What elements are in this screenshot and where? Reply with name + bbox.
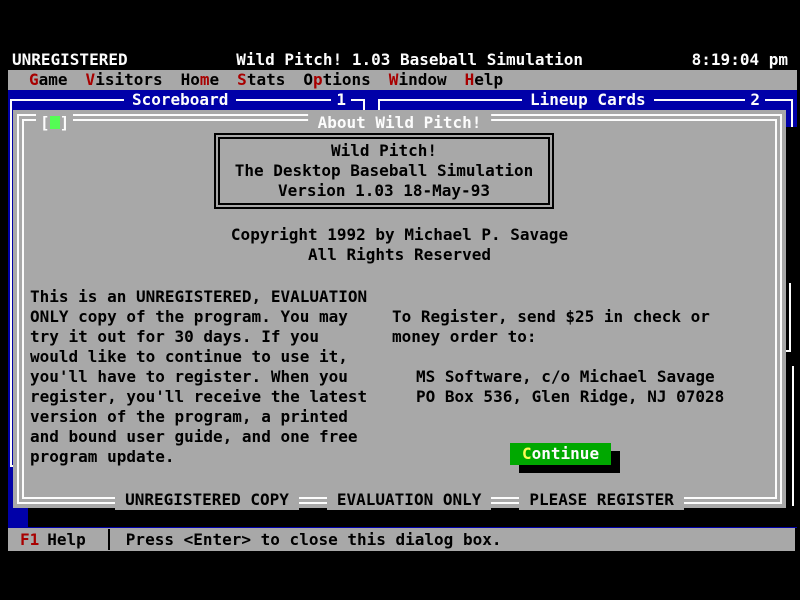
desktop: Scoreboard 1 Lineup Cards 2 [] About Wil… [8,90,797,528]
menu-item-options[interactable]: Options [294,70,379,90]
help-hint-label[interactable]: Help [47,530,86,550]
dialog-close-button[interactable]: [] [36,113,73,133]
status-message: Press <Enter> to close this dialog box. [126,530,502,550]
about-dialog-frame: [] About Wild Pitch! Wild Pitch! The Des… [17,114,782,504]
window-scoreboard-title: Scoreboard [124,90,236,110]
window-frame-sliver [789,283,791,352]
continue-button[interactable]: Continue [510,443,611,465]
f1-key-hint[interactable]: F1 [20,530,39,550]
about-dialog: [] About Wild Pitch! Wild Pitch! The Des… [13,110,786,508]
menu-bar: Game Visitors Home Stats Options Window … [8,70,797,90]
program-version: Version 1.03 18-May-93 [220,181,548,201]
footer-unregistered-copy: UNREGISTERED COPY [115,490,299,510]
menu-item-visitors[interactable]: Visitors [77,70,172,90]
window-frame-sliver [792,366,794,506]
window-lineup-cards-title: Lineup Cards [522,90,654,110]
dialog-footer: UNREGISTERED COPY EVALUATION ONLY PLEASE… [24,490,775,510]
title-bar: UNREGISTERED Wild Pitch! 1.03 Baseball S… [0,50,800,70]
menu-item-game[interactable]: Game [20,70,77,90]
status-divider [108,529,110,550]
dos-screen: UNREGISTERED Wild Pitch! 1.03 Baseball S… [0,0,800,600]
menu-item-help[interactable]: Help [456,70,513,90]
footer-please-register: PLEASE REGISTER [519,490,684,510]
close-box-icon [50,116,60,129]
window-scoreboard-number: 1 [331,90,351,110]
dialog-title: About Wild Pitch! [308,113,492,133]
menu-item-home[interactable]: Home [172,70,229,90]
program-name: Wild Pitch! [220,141,548,161]
evaluation-notice-text: This is an UNREGISTERED, EVALUATION ONLY… [30,287,367,467]
clock: 8:19:04 pm [692,50,788,70]
status-bar: F1 Help Press <Enter> to close this dial… [8,528,795,551]
registration-status: UNREGISTERED [12,50,128,70]
app-title: Wild Pitch! 1.03 Baseball Simulation [236,50,583,70]
window-lineup-cards-number: 2 [745,90,765,110]
register-address: MS Software, c/o Michael Savage PO Box 5… [416,367,724,407]
copyright-text: Copyright 1992 by Michael P. Savage All … [24,225,775,265]
menu-item-window[interactable]: Window [380,70,456,90]
program-tagline: The Desktop Baseball Simulation [220,161,548,181]
register-instructions: To Register, send $25 in check or money … [392,307,710,347]
program-info-box: Wild Pitch! The Desktop Baseball Simulat… [214,133,554,209]
menu-item-stats[interactable]: Stats [228,70,294,90]
footer-evaluation-only: EVALUATION ONLY [327,490,492,510]
